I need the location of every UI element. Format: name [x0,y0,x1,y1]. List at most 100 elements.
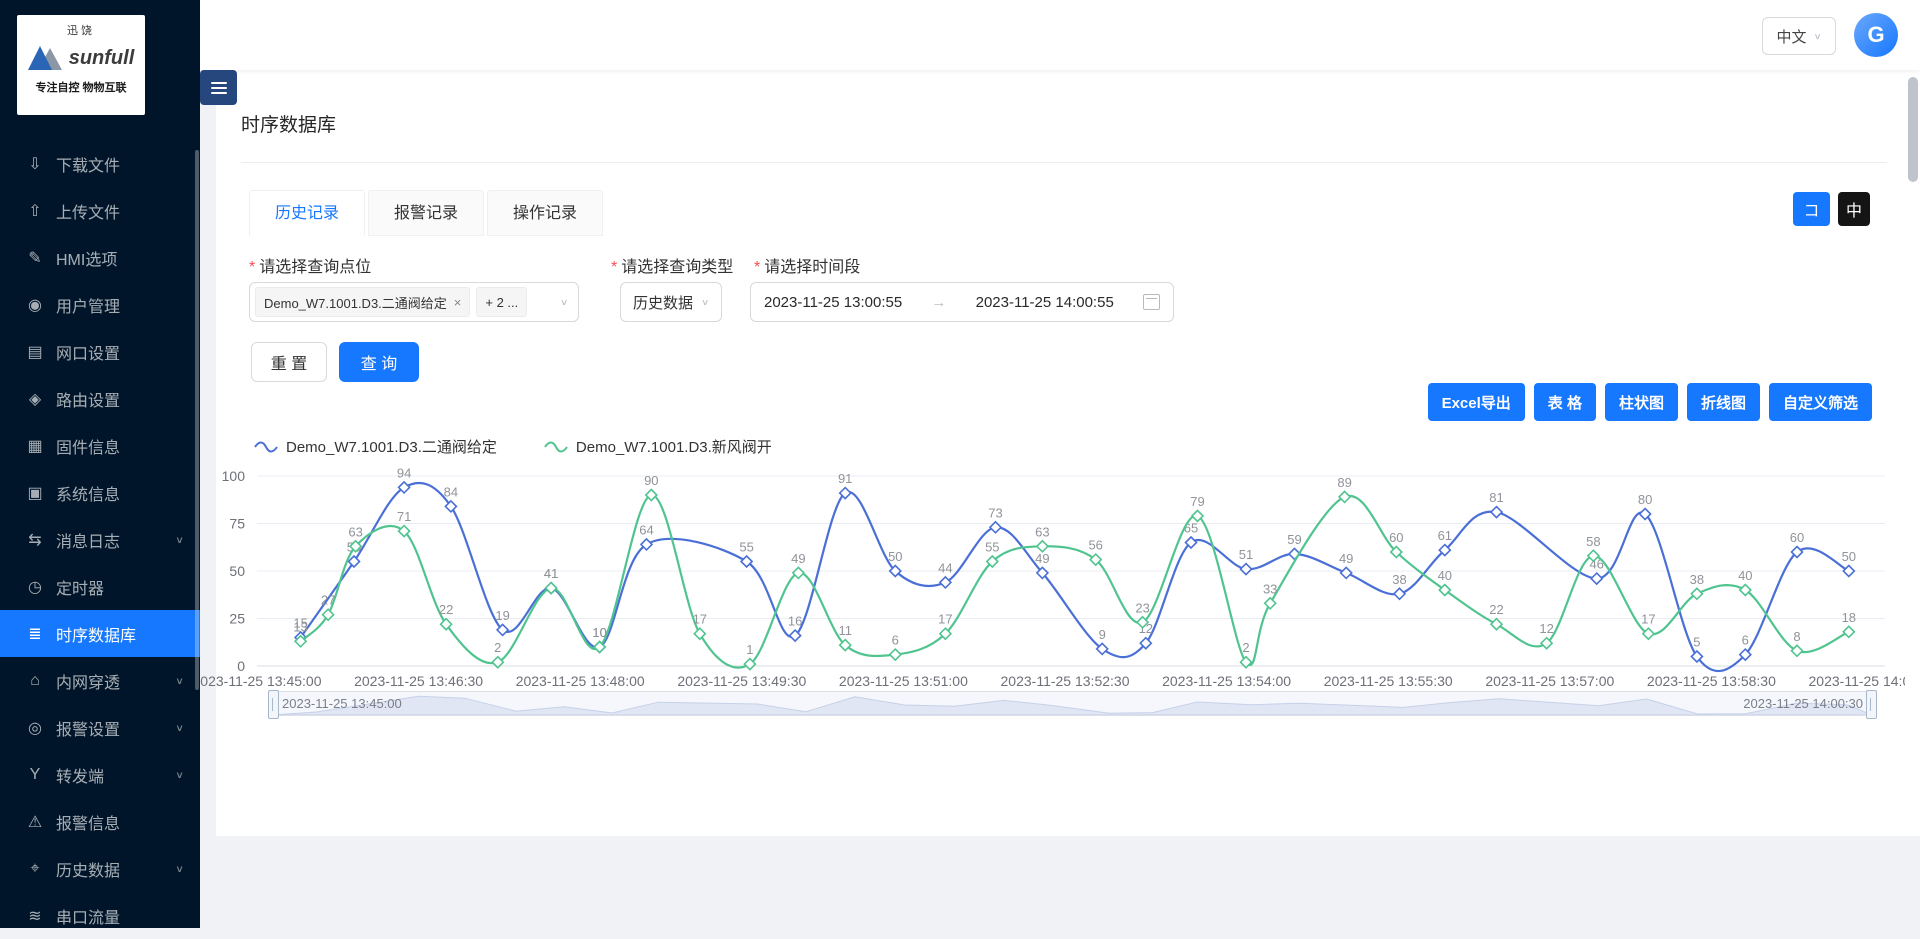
type-field-label: *请选择查询类型 [611,253,733,277]
svg-text:18: 18 [1842,610,1856,625]
sidebar-item-16[interactable]: ≋串口流量 [0,892,200,939]
sidebar-item-label: 定时器 [56,575,184,599]
traffic-icon: ≋ [24,906,46,926]
line-chart[interactable]: 02550751002023-11-25 13:45:002023-11-25 … [215,462,1905,694]
sidebar-scrollbar[interactable] [195,150,199,690]
legend-label: Demo_W7.1001.D3.二通阀给定 [286,436,497,457]
svg-text:71: 71 [397,509,411,524]
page-scrollbar-track[interactable] [1905,70,1920,836]
sidebar-item-8[interactable]: ⇆消息日志∨ [0,516,200,563]
svg-text:49: 49 [791,551,805,566]
sidebar-item-15[interactable]: ⌖历史数据∨ [0,845,200,892]
sidebar-item-label: 下载文件 [56,152,184,176]
tab-2[interactable]: 操作记录 [487,190,603,236]
sidebar-item-10[interactable]: ≣时序数据库 [0,610,200,657]
action-button-1[interactable]: 表 格 [1534,383,1596,421]
svg-text:11: 11 [838,623,852,638]
legend-item-1[interactable]: Demo_W7.1001.D3.新风阀开 [543,436,772,457]
svg-text:79: 79 [1190,494,1204,509]
sidebar-item-14[interactable]: ⚠报警信息 [0,798,200,845]
required-mark: * [754,259,760,276]
svg-text:81: 81 [1489,490,1503,505]
tab-0[interactable]: 历史记录 [249,190,365,236]
datazoom-right-handle[interactable] [1866,690,1877,719]
content-card: 时序数据库 历史记录报警记录操作记录 コ 中 *请选择查询点位 *请选择查询类型… [216,70,1905,836]
avatar-glyph: G [1867,22,1884,48]
svg-text:2023-11-25 13:54:00: 2023-11-25 13:54:00 [1162,673,1291,689]
collapse-panel-button[interactable]: コ [1793,192,1830,226]
sidebar-item-label: 用户管理 [56,293,184,317]
sidebar-item-7[interactable]: ▣系统信息 [0,469,200,516]
hmi-options-icon: ✎ [24,248,46,268]
svg-text:2023-11-25 13:46:30: 2023-11-25 13:46:30 [354,673,483,689]
svg-text:2023-11-25 13:58:30: 2023-11-25 13:58:30 [1647,673,1776,689]
svg-text:2023-11-25 13:57:00: 2023-11-25 13:57:00 [1485,673,1614,689]
svg-text:19: 19 [495,608,509,623]
sidebar-item-label: 时序数据库 [56,622,184,646]
svg-text:27: 27 [321,593,335,608]
datazoom-left-handle[interactable] [268,690,279,719]
action-button-0[interactable]: Excel导出 [1428,383,1525,421]
action-button-2[interactable]: 柱状图 [1605,383,1678,421]
language-select[interactable]: 中文 ∨ [1762,17,1836,55]
svg-text:50: 50 [888,549,902,564]
action-button-4[interactable]: 自定义筛选 [1769,383,1872,421]
required-mark: * [249,259,255,276]
calendar-icon [1143,294,1160,310]
svg-text:10: 10 [592,625,606,640]
chevron-down-icon: ∨ [1813,31,1821,41]
sidebar-item-label: 上传文件 [56,199,184,223]
point-multiselect[interactable]: Demo_W7.1001.D3.二通阀给定 × + 2 ... ∨ [249,282,579,322]
time-range-picker[interactable]: 2023-11-25 13:00:55 → 2023-11-25 14:00:5… [750,282,1174,322]
sidebar-item-label: 固件信息 [56,434,184,458]
tag-close-icon[interactable]: × [454,295,462,310]
sidebar-item-3[interactable]: ◉用户管理 [0,281,200,328]
alarm-info-icon: ⚠ [24,812,46,832]
datazoom-slider[interactable]: 2023-11-25 13:45:00 2023-11-25 14:00:30 [272,691,1873,716]
avatar[interactable]: G [1854,13,1898,57]
sidebar-item-11[interactable]: ⌂内网穿透∨ [0,657,200,704]
sidebar-item-label: 历史数据 [56,857,175,881]
legend-label: Demo_W7.1001.D3.新风阀开 [576,436,772,457]
svg-text:16: 16 [788,614,802,629]
chinese-toggle-button[interactable]: 中 [1838,192,1870,226]
svg-text:2023-11-25 13:55:30: 2023-11-25 13:55:30 [1324,673,1453,689]
sidebar-item-1[interactable]: ⇧上传文件 [0,187,200,234]
system-info-icon: ▣ [24,483,46,503]
query-type-select[interactable]: 历史数据 ∨ [620,282,722,322]
sidebar-item-12[interactable]: ◎报警设置∨ [0,704,200,751]
svg-text:55: 55 [739,540,753,555]
sidebar-item-13[interactable]: Y转发端∨ [0,751,200,798]
datazoom-end-label: 2023-11-25 14:00:30 [1743,696,1863,711]
sidebar-item-2[interactable]: ✎ HMI选项 [0,234,200,281]
svg-text:91: 91 [838,471,852,486]
point-field-label: *请选择查询点位 [249,253,371,277]
svg-text:17: 17 [938,612,952,627]
reset-button[interactable]: 重 置 [251,342,327,382]
action-button-3[interactable]: 折线图 [1687,383,1760,421]
legend-item-0[interactable]: Demo_W7.1001.D3.二通阀给定 [253,436,497,457]
chevron-down-icon: ∨ [175,769,184,780]
sidebar-item-9[interactable]: ◷定时器 [0,563,200,610]
language-value: 中文 [1776,26,1806,47]
logo-slogan: 专注自控 物物互联 [17,79,145,95]
network-port-icon: ▤ [24,342,46,362]
tab-1[interactable]: 报警记录 [368,190,484,236]
sidebar-item-6[interactable]: ▦固件信息 [0,422,200,469]
menu-collapse-button[interactable] [200,70,237,105]
sidebar-item-4[interactable]: ▤网口设置 [0,328,200,375]
sidebar-item-label: HMI选项 [56,246,184,270]
svg-text:90: 90 [644,473,658,488]
svg-text:17: 17 [693,612,707,627]
page-scrollbar-thumb[interactable] [1908,77,1918,182]
svg-text:17: 17 [1641,612,1655,627]
svg-text:6: 6 [892,633,899,648]
search-button[interactable]: 查 询 [339,342,419,382]
chevron-down-icon: ∨ [560,297,568,307]
sidebar-item-0[interactable]: ⇩下载文件 [0,140,200,187]
svg-text:12: 12 [1539,621,1553,636]
sidebar-item-5[interactable]: ◈路由设置 [0,375,200,422]
chevron-down-icon: ∨ [175,534,184,545]
chart-legend: Demo_W7.1001.D3.二通阀给定 Demo_W7.1001.D3.新风阀… [253,436,772,457]
selected-point-tag: Demo_W7.1001.D3.二通阀给定 × [255,287,470,317]
